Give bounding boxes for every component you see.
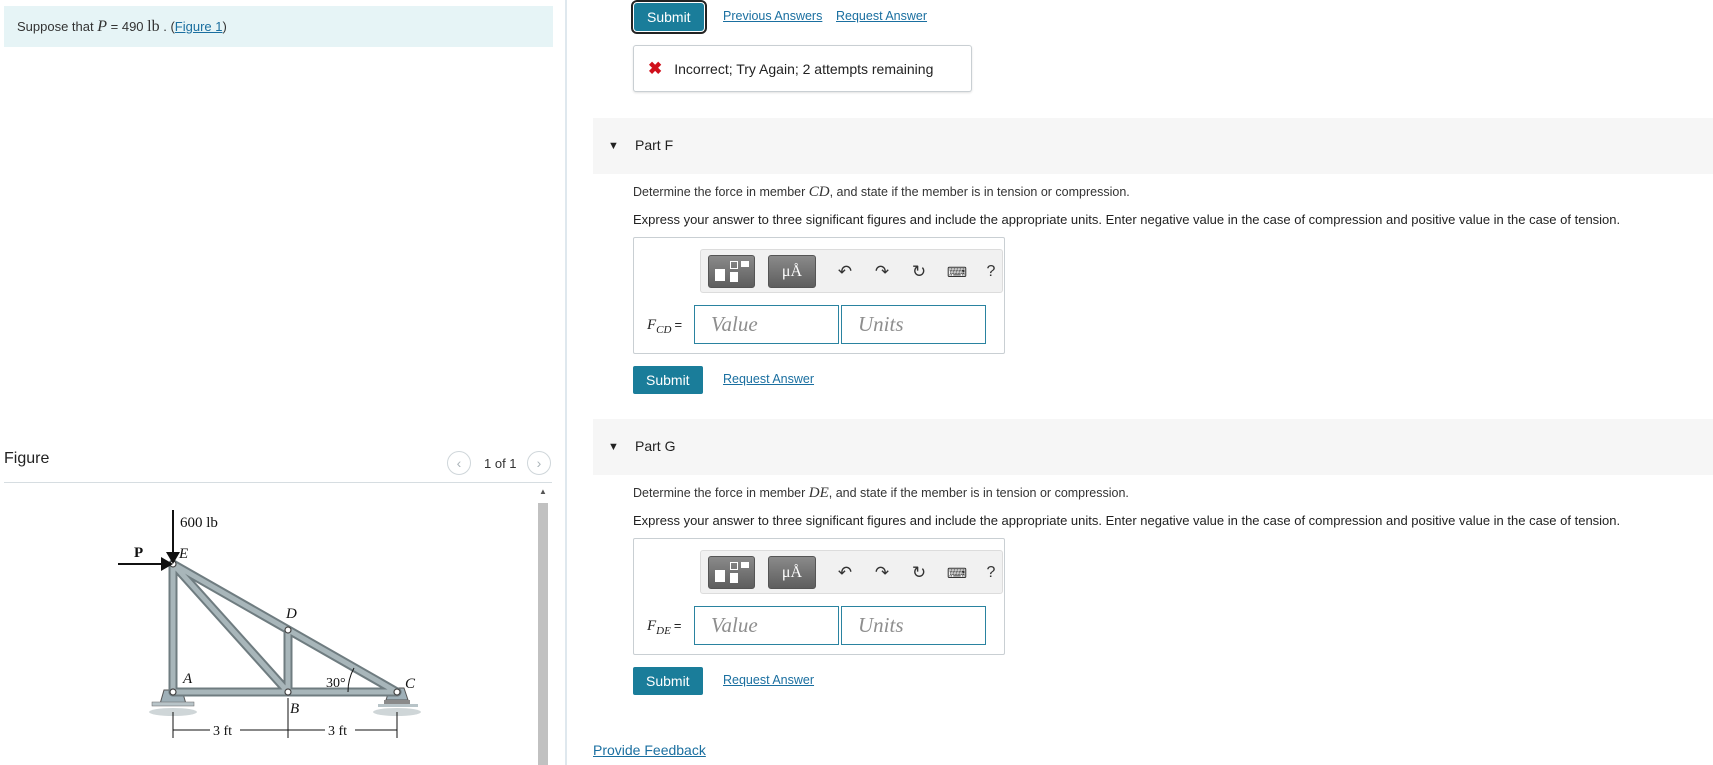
part-f-var-sub: CD [656, 324, 672, 336]
help-icon[interactable]: ? [981, 563, 1001, 583]
dim-label-1: 3 ft [213, 724, 232, 739]
previous-answers-link[interactable]: Previous Answers [723, 9, 822, 23]
part-g-question-pre: Determine the force in member [633, 486, 809, 500]
node-label-d: D [285, 606, 297, 622]
part-g-units-input[interactable] [841, 606, 986, 645]
part-g-question-post: , and state if the member is in tension … [828, 486, 1129, 500]
part-f-answer-box: μÅ ↶ ↷ ↻ ⌨ ? FCD = [633, 237, 1005, 354]
part-g-instructions: Express your answer to three significant… [633, 513, 1621, 528]
chevron-left-icon[interactable]: ‹ [447, 451, 471, 475]
part-g-value-input[interactable] [694, 606, 839, 645]
math-toolbar: μÅ ↶ ↷ ↻ ⌨ ? [700, 249, 1003, 293]
reset-icon[interactable]: ↻ [909, 563, 929, 583]
redo-icon[interactable]: ↷ [872, 563, 892, 583]
templates-icon[interactable] [708, 255, 755, 288]
keyboard-icon[interactable]: ⌨ [947, 563, 967, 583]
part-g-submit-button[interactable]: Submit [633, 667, 703, 695]
load-600-label: 600 lb [180, 515, 218, 531]
caret-down-icon[interactable]: ▼ [608, 441, 619, 453]
figure-pager: ‹ 1 of 1 › [447, 451, 551, 475]
joint-a [169, 688, 177, 696]
units-icon[interactable]: μÅ [768, 556, 816, 589]
problem-unit: lb [147, 18, 160, 35]
math-toolbar: μÅ ↶ ↷ ↻ ⌨ ? [700, 550, 1003, 594]
part-g-variable: FDE = [647, 618, 681, 637]
part-f-submit-button[interactable]: Submit [633, 366, 703, 394]
joint-c [393, 688, 401, 696]
part-g-question: Determine the force in member DE, and st… [633, 485, 1129, 502]
templates-icon[interactable] [708, 556, 755, 589]
part-g-answer-box: μÅ ↶ ↷ ↻ ⌨ ? FDE = [633, 538, 1005, 655]
dim-label-2: 3 ft [328, 724, 347, 739]
figure-link[interactable]: Figure 1 [175, 19, 223, 34]
scroll-up-icon[interactable]: ▲ [538, 487, 548, 497]
force-p-label: P [134, 545, 143, 561]
support-base-a [151, 701, 195, 707]
problem-close: ) [222, 19, 227, 34]
reset-icon[interactable]: ↻ [909, 262, 929, 282]
part-f-question-post: , and state if the member is in tension … [829, 185, 1130, 199]
help-icon[interactable]: ? [981, 262, 1001, 282]
part-f-value-input[interactable] [694, 305, 839, 344]
problem-var: P [97, 18, 108, 35]
part-f-label: Part F [635, 137, 674, 153]
joint-d [284, 626, 292, 634]
part-f-units-input[interactable] [841, 305, 986, 344]
part-f-var-main: F [647, 317, 657, 333]
angle-label: 30° [326, 676, 346, 691]
chevron-right-icon[interactable]: › [527, 451, 551, 475]
part-g-eq: = [673, 618, 682, 633]
left-panel: Suppose that P = 490 lb . (Figure 1) Fig… [0, 0, 566, 765]
problem-equals: = 490 [107, 19, 148, 34]
keyboard-icon[interactable]: ⌨ [947, 262, 967, 282]
redo-icon[interactable]: ↷ [872, 262, 892, 282]
part-f-request-answer-link[interactable]: Request Answer [723, 372, 814, 386]
part-g-request-answer-link[interactable]: Request Answer [723, 673, 814, 687]
part-f-header[interactable]: ▼ Part F [593, 118, 1713, 174]
part-f-member: CD [808, 184, 830, 200]
figure-title: Figure [4, 450, 50, 467]
figure-scrollbar[interactable]: ▲ [536, 485, 550, 765]
undo-icon[interactable]: ↶ [835, 563, 855, 583]
part-g-member: DE [808, 485, 829, 501]
problem-text-pre: Suppose that [17, 19, 94, 34]
pager-text: 1 of 1 [484, 456, 517, 471]
node-label-a: A [182, 671, 193, 687]
part-f-variable: FCD = [647, 317, 682, 336]
support-base-c [378, 704, 418, 707]
units-icon[interactable]: μÅ [768, 255, 816, 288]
part-f-instructions: Express your answer to three significant… [633, 212, 1621, 227]
submit-button-previous[interactable]: Submit [631, 0, 707, 34]
node-label-b: B [290, 701, 299, 717]
request-answer-link-previous[interactable]: Request Answer [836, 9, 927, 23]
node-label-e: E [178, 546, 188, 562]
provide-feedback-link[interactable]: Provide Feedback [593, 742, 706, 758]
problem-dot: . ( [159, 19, 175, 34]
problem-statement: Suppose that P = 490 lb . (Figure 1) [4, 6, 553, 47]
scroll-thumb[interactable] [538, 503, 548, 765]
part-g-var-sub: DE [656, 625, 671, 637]
part-g-header[interactable]: ▼ Part G [593, 419, 1713, 475]
caret-down-icon[interactable]: ▼ [608, 140, 619, 152]
figure-divider [4, 482, 552, 483]
part-f-question: Determine the force in member CD, and st… [633, 184, 1130, 201]
panel-divider [565, 0, 567, 765]
incorrect-feedback: ✖ Incorrect; Try Again; 2 attempts remai… [633, 45, 972, 92]
roller-base-c [384, 700, 410, 704]
node-label-c: C [405, 676, 416, 692]
joint-b [284, 688, 292, 696]
feedback-message: Incorrect; Try Again; 2 attempts remaini… [674, 60, 934, 77]
part-f-eq: = [674, 317, 683, 332]
part-g-var-main: F [647, 618, 657, 634]
x-icon: ✖ [648, 58, 663, 78]
truss-figure: 600 lb P E D A B C 30° 3 ft 3 ft [118, 510, 421, 739]
part-g-label: Part G [635, 438, 676, 454]
part-f-question-pre: Determine the force in member [633, 185, 809, 199]
undo-icon[interactable]: ↶ [835, 262, 855, 282]
dimension-lines [172, 698, 398, 738]
